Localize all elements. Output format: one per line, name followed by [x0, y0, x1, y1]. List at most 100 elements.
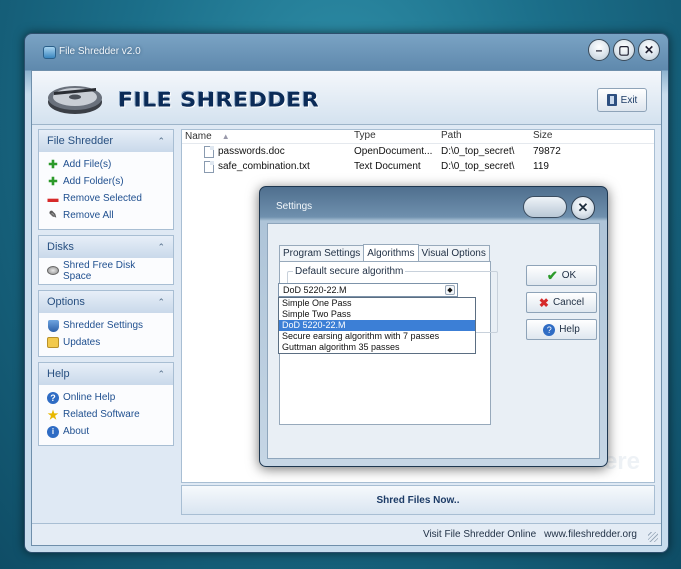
tab-program-settings[interactable]: Program Settings: [279, 245, 365, 261]
dropdown-option[interactable]: Simple Two Pass: [279, 309, 475, 320]
collapse-icon[interactable]: ⌃: [157, 297, 165, 308]
column-header-size[interactable]: Size: [533, 130, 593, 143]
app-icon: [43, 46, 56, 59]
settings-dialog: Settings ✕ Program Settings Algorithms V…: [259, 186, 608, 467]
eraser-icon: ✎: [48, 210, 58, 221]
dropdown-arrow-icon[interactable]: ◆: [445, 285, 455, 295]
sidebar: File Shredder ⌃ ✚ Add File(s) ✚ Add Fold…: [38, 129, 174, 515]
dropdown-option[interactable]: Guttman algorithm 35 passes: [279, 342, 475, 353]
panel-body: ✚ Add File(s) ✚ Add Folder(s) ▬ Remove S…: [39, 152, 173, 229]
panel-title: Help: [47, 368, 70, 380]
add-icon: ✚: [48, 176, 58, 188]
column-label: Name: [185, 131, 212, 142]
ok-button[interactable]: ✔ OK: [526, 265, 597, 286]
panel-body: Shredder Settings Updates: [39, 313, 173, 356]
sidebar-item-label: Add File(s): [63, 159, 112, 170]
algorithm-select[interactable]: DoD 5220-22.M ◆: [278, 283, 458, 297]
cancel-label: Cancel: [552, 297, 585, 308]
panel-options: Options ⌃ Shredder Settings Updates: [38, 290, 174, 357]
collapse-icon[interactable]: ⌃: [157, 136, 165, 147]
column-header-path[interactable]: Path: [441, 130, 533, 143]
close-icon: ✕: [577, 200, 589, 215]
sidebar-item-shredder-settings[interactable]: Shredder Settings: [47, 317, 165, 334]
sidebar-item-related-software[interactable]: ★ Related Software: [47, 406, 165, 423]
panel-body: Shred Free Disk Space: [39, 258, 173, 284]
website-link[interactable]: www.fileshredder.org: [544, 529, 637, 540]
dropdown-option-selected[interactable]: DoD 5220-22.M: [279, 320, 475, 331]
file-name: passwords.doc: [218, 146, 285, 157]
dropdown-option[interactable]: Secure earsing algorithm with 7 passes: [279, 331, 475, 342]
collapse-icon[interactable]: ⌃: [157, 242, 165, 253]
help-icon: ?: [47, 391, 59, 404]
sidebar-item-label: Online Help: [63, 392, 116, 403]
document-icon: [204, 145, 214, 158]
sidebar-item-label: Related Software: [63, 409, 140, 420]
sidebar-item-about[interactable]: i About: [47, 423, 165, 440]
panel-body: ? Online Help ★ Related Software i About: [39, 385, 173, 445]
dialog-title: Settings: [276, 201, 313, 212]
exit-button[interactable]: Exit: [597, 88, 647, 112]
panel-header-help[interactable]: Help ⌃: [39, 363, 173, 385]
shred-files-button[interactable]: Shred Files Now..: [181, 485, 655, 515]
panel-header-disks[interactable]: Disks ⌃: [39, 236, 173, 258]
watermark-text: ere: [603, 448, 640, 475]
sidebar-item-label: Add Folder(s): [63, 176, 124, 187]
cell-size: 79872: [533, 146, 561, 157]
title-bar[interactable]: File Shredder v2.0 – ▢ ✕: [25, 34, 668, 70]
sidebar-item-label: Shred Free Disk Space: [63, 259, 136, 282]
group-label: Default secure algorithm: [293, 266, 406, 277]
sidebar-item-updates[interactable]: Updates: [47, 334, 165, 351]
file-list-header: Name ▲ Type Path Size: [182, 130, 654, 144]
window-title: File Shredder v2.0: [59, 46, 141, 57]
sidebar-item-remove-all[interactable]: ✎ Remove All: [47, 207, 165, 224]
sidebar-item-online-help[interactable]: ? Online Help: [47, 389, 165, 406]
shred-button-label: Shred Files Now..: [376, 494, 460, 506]
panel-disks: Disks ⌃ Shred Free Disk Space: [38, 235, 174, 285]
cell-path: D:\0_top_secret\: [441, 146, 515, 157]
maximize-button[interactable]: ▢: [613, 39, 635, 61]
checkmark-icon: ✔: [546, 267, 558, 283]
file-name: safe_combination.txt: [218, 161, 310, 172]
panel-header-file-shredder[interactable]: File Shredder ⌃: [39, 130, 173, 152]
sidebar-item-label: About: [63, 426, 90, 437]
close-button[interactable]: ✕: [638, 39, 660, 61]
tab-algorithms[interactable]: Algorithms: [363, 244, 419, 261]
help-icon: ?: [543, 323, 556, 336]
column-header-name[interactable]: Name ▲: [182, 130, 354, 143]
sidebar-item-add-files[interactable]: ✚ Add File(s): [47, 156, 165, 173]
dialog-close-button[interactable]: ✕: [571, 196, 595, 220]
document-icon: [204, 160, 214, 173]
sidebar-item-add-folders[interactable]: ✚ Add Folder(s): [47, 173, 165, 190]
algorithm-dropdown-list: Simple One Pass Simple Two Pass DoD 5220…: [278, 297, 476, 354]
disk-icon: [47, 265, 59, 277]
selected-value: DoD 5220-22.M: [283, 285, 347, 295]
ok-label: OK: [561, 270, 577, 281]
table-row[interactable]: safe_combination.txt Text Document D:\0_…: [182, 159, 654, 174]
resize-grip-icon[interactable]: [648, 532, 658, 542]
sidebar-item-label: Remove Selected: [63, 193, 142, 204]
visit-online-link[interactable]: Visit File Shredder Online: [423, 529, 536, 540]
column-header-type[interactable]: Type: [354, 130, 441, 143]
dialog-title-button[interactable]: [523, 196, 567, 218]
sidebar-item-shred-free-space[interactable]: Shred Free Disk Space: [47, 259, 165, 282]
dropdown-option[interactable]: Simple One Pass: [279, 298, 475, 309]
minimize-button[interactable]: –: [588, 39, 610, 61]
sidebar-item-label: Shredder Settings: [63, 320, 144, 331]
cancel-icon: ✖: [538, 295, 549, 310]
panel-title: File Shredder: [47, 135, 114, 147]
star-icon: ★: [47, 407, 59, 422]
cell-name: safe_combination.txt: [182, 160, 354, 173]
sidebar-item-remove-selected[interactable]: ▬ Remove Selected: [47, 190, 165, 207]
panel-help: Help ⌃ ? Online Help ★ Related Software …: [38, 362, 174, 446]
tab-visual-options[interactable]: Visual Options: [417, 245, 490, 261]
maximize-icon: ▢: [618, 43, 630, 57]
sort-ascending-icon: ▲: [221, 132, 230, 141]
collapse-icon[interactable]: ⌃: [157, 369, 165, 380]
cancel-button[interactable]: ✖ Cancel: [526, 292, 597, 313]
panel-header-options[interactable]: Options ⌃: [39, 291, 173, 313]
shredder-logo-icon: [48, 86, 102, 114]
cell-size: 119: [533, 161, 549, 172]
window-controls: – ▢ ✕: [588, 39, 660, 61]
help-button[interactable]: ? Help: [526, 319, 597, 340]
table-row[interactable]: passwords.doc OpenDocument... D:\0_top_s…: [182, 144, 654, 159]
